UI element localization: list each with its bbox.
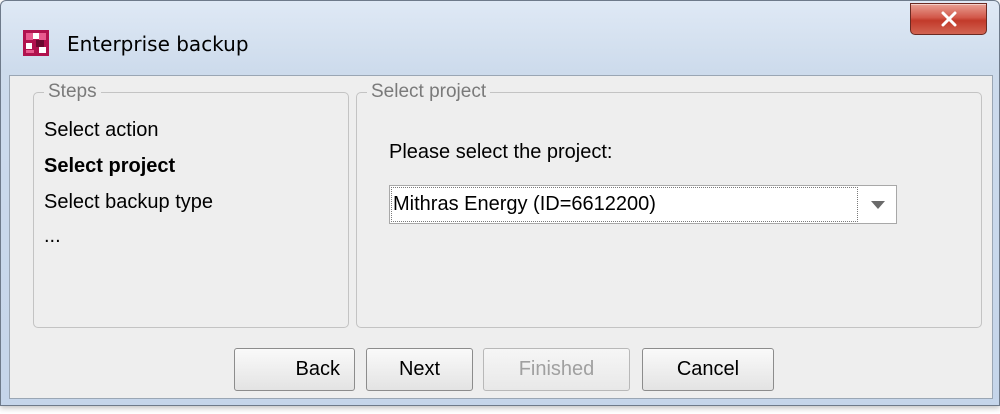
close-button[interactable] [910, 3, 987, 35]
title-bar[interactable]: Enterprise backup [1, 1, 999, 75]
project-prompt: Please select the project: [389, 141, 613, 163]
project-select[interactable]: Mithras Energy (ID=6612200) [389, 185, 897, 224]
project-panel: Select project Please select the project… [356, 81, 982, 328]
chevron-down-icon [871, 200, 885, 209]
dialog-content: Steps Select action Select project Selec… [9, 75, 993, 399]
next-button[interactable]: Next [366, 348, 473, 391]
step-select-backup-type: Select backup type [44, 191, 213, 213]
project-select-value: Mithras Energy (ID=6612200) [391, 187, 858, 222]
cancel-button[interactable]: Cancel [642, 348, 774, 391]
window-title: Enterprise backup [67, 32, 249, 56]
step-select-project: Select project [44, 155, 176, 177]
steps-panel: Steps Select action Select project Selec… [33, 81, 349, 328]
steps-legend: Steps [44, 81, 101, 103]
back-button[interactable]: Back [234, 348, 355, 391]
app-logo-icon [23, 30, 49, 56]
dialog-window: Enterprise backup Steps Select action Se… [0, 0, 1000, 406]
step-more: ... [44, 225, 61, 247]
close-icon [941, 11, 956, 27]
finished-button[interactable]: Finished [483, 348, 630, 391]
dropdown-button[interactable] [860, 186, 896, 223]
project-legend: Select project [367, 81, 491, 103]
step-select-action: Select action [44, 119, 159, 141]
